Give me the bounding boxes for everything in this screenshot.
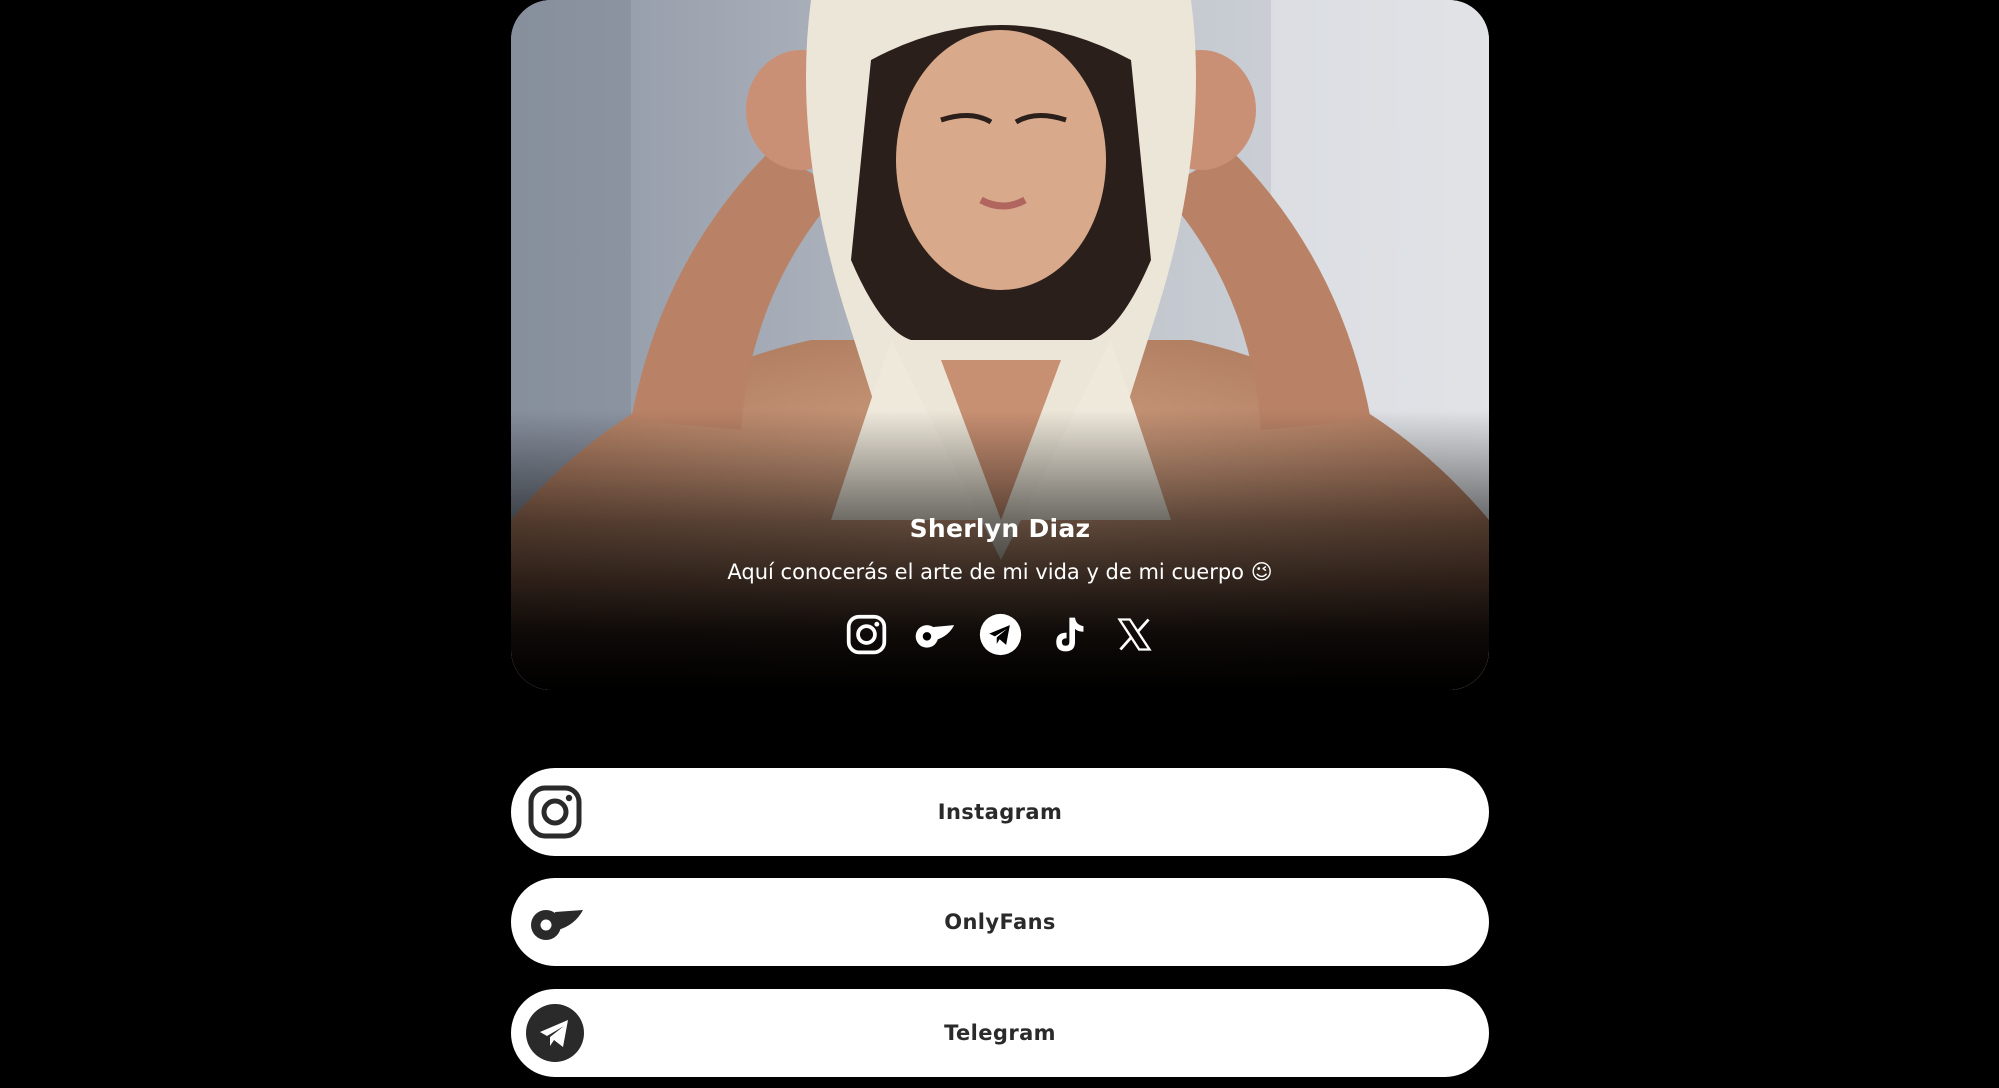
telegram-icon bbox=[525, 1003, 585, 1063]
onlyfans-icon bbox=[525, 892, 585, 952]
telegram-link-button[interactable]: Telegram bbox=[511, 989, 1489, 1077]
profile-card: Sherlyn Diaz Aquí conocerás el arte de m… bbox=[511, 0, 1489, 690]
profile-bio: Aquí conocerás el arte de mi vida y de m… bbox=[727, 560, 1273, 584]
telegram-link-label: Telegram bbox=[944, 1021, 1056, 1045]
instagram-icon bbox=[525, 782, 585, 842]
tiktok-icon[interactable] bbox=[1045, 612, 1090, 657]
instagram-icon[interactable] bbox=[844, 612, 889, 657]
link-in-bio-page: Sherlyn Diaz Aquí conocerás el arte de m… bbox=[0, 0, 1999, 1088]
telegram-icon[interactable] bbox=[978, 612, 1023, 657]
onlyfans-link-label: OnlyFans bbox=[944, 910, 1056, 934]
social-icons-row bbox=[511, 612, 1489, 657]
profile-name: Sherlyn Diaz bbox=[909, 514, 1091, 543]
onlyfans-link-button[interactable]: OnlyFans bbox=[511, 878, 1489, 966]
x-icon[interactable] bbox=[1112, 612, 1157, 657]
instagram-link-label: Instagram bbox=[937, 800, 1063, 824]
onlyfans-icon[interactable] bbox=[911, 612, 956, 657]
instagram-link-button[interactable]: Instagram bbox=[511, 768, 1489, 856]
